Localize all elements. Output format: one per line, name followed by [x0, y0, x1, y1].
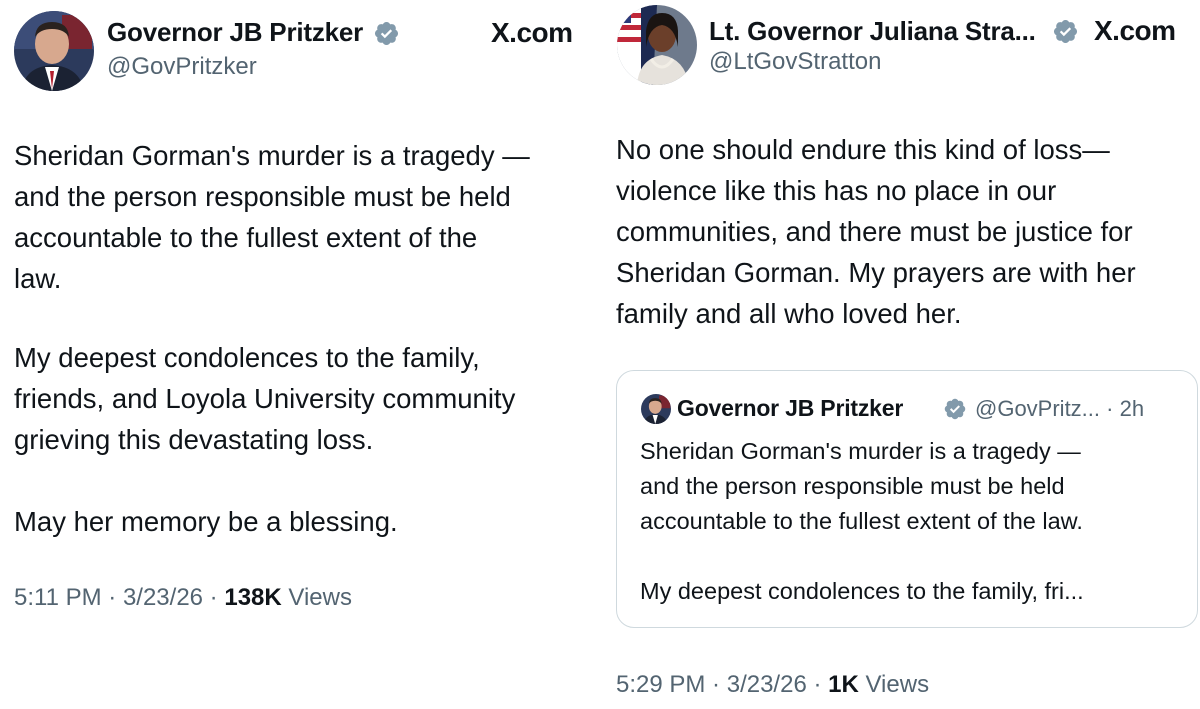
tweet-paragraph: No one should endure this kind of loss— …: [616, 134, 1136, 329]
tweet-date[interactable]: 3/23/26: [123, 584, 203, 611]
tweet-time[interactable]: 5:29 PM: [616, 671, 705, 698]
quoted-age: 2h: [1119, 396, 1145, 421]
verified-badge-icon: [1053, 19, 1078, 44]
x-logo-icon: X.com: [491, 17, 573, 48]
quoted-handle[interactable]: @GovPritz...: [975, 396, 1100, 421]
quoted-handle-line: @GovPritz... · 2h: [975, 396, 1145, 421]
verified-badge-icon: [374, 21, 399, 46]
author-handle[interactable]: @GovPritzker: [107, 53, 257, 81]
views-label: Views: [288, 584, 352, 611]
quoted-author-name[interactable]: Governor JB Pritzker: [677, 395, 903, 422]
views-label: Views: [865, 671, 930, 698]
avatar-governor[interactable]: [14, 11, 94, 91]
avatar-lt-governor[interactable]: [617, 5, 697, 85]
quoted-avatar[interactable]: [641, 394, 671, 424]
x-logo-icon: X.com: [1094, 15, 1176, 46]
quoted-paragraph: Sheridan Gorman's murder is a tragedy — …: [640, 438, 1083, 534]
quoted-tweet-card[interactable]: Governor JB Pritzker @GovPritz... · 2h S…: [616, 370, 1198, 628]
tweet-paragraph: May her memory be a blessing.: [14, 506, 398, 537]
view-count: 1K: [828, 671, 859, 698]
tweet-governor: Governor JB Pritzker @GovPritzker X.com …: [0, 0, 600, 709]
author-handle[interactable]: @LtGovStratton: [709, 48, 881, 76]
tweet-meta: 5:11 PM · 3/23/26 · 138K Views: [14, 584, 352, 611]
view-count: 138K: [224, 584, 282, 611]
tweet-paragraph: Sheridan Gorman's murder is a tragedy — …: [14, 140, 530, 294]
tweet-date[interactable]: 3/23/26: [727, 671, 807, 698]
quoted-paragraph: My deepest condolences to the family, fr…: [640, 578, 1084, 604]
tweet-time[interactable]: 5:11 PM: [14, 584, 102, 611]
author-name[interactable]: Governor JB Pritzker: [107, 17, 363, 48]
author-name[interactable]: Lt. Governor Juliana Stra...: [709, 16, 1036, 47]
verified-badge-icon: [944, 398, 966, 420]
tweet-paragraph: My deepest condolences to the family, fr…: [14, 342, 516, 455]
tweet-meta: 5:29 PM · 3/23/26 · 1K Views: [616, 671, 930, 698]
